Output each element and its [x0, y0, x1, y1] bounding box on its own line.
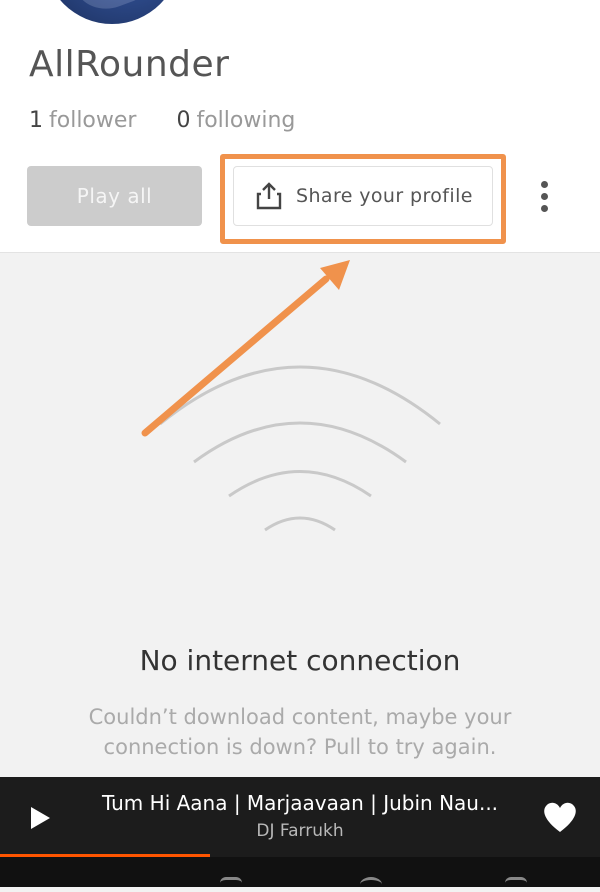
heart-icon[interactable]	[540, 799, 580, 835]
mini-player[interactable]: Tum Hi Aana | Marjaavaan | Jubin Nau... …	[0, 777, 600, 857]
share-icon	[256, 182, 282, 210]
followers-count: 1	[29, 108, 43, 133]
avatar[interactable]	[44, 0, 180, 24]
more-options-button[interactable]	[528, 176, 560, 216]
nav-home-icon[interactable]	[220, 877, 242, 892]
nav-library-icon[interactable]	[505, 877, 527, 892]
followers-label: follower	[49, 108, 137, 133]
following-count: 0	[176, 108, 191, 133]
track-artist: DJ Farrukh	[256, 821, 344, 841]
profile-header: AllRounder 1 follower 0 following Play all…	[0, 0, 600, 253]
profile-username: AllRounder	[29, 44, 230, 85]
share-profile-button[interactable]: Share your profile	[233, 166, 493, 226]
nav-search-icon[interactable]	[360, 877, 382, 892]
followers-link[interactable]: 1 follower	[29, 108, 136, 133]
no-connection-message: Couldn’t download content, maybe your co…	[88, 705, 512, 759]
share-profile-label: Share your profile	[296, 185, 473, 207]
no-connection-title: No internet connection	[139, 644, 461, 677]
track-title: Tum Hi Aana | Marjaavaan | Jubin Nau...	[101, 791, 499, 815]
following-label: following	[196, 108, 296, 133]
bottom-navigation	[0, 857, 600, 887]
play-all-button[interactable]: Play all	[27, 166, 202, 226]
play-icon[interactable]	[24, 803, 54, 833]
more-vertical-icon	[540, 180, 548, 188]
profile-stats: 1 follower 0 following	[29, 108, 295, 133]
following-link[interactable]: 0 following	[176, 108, 295, 133]
